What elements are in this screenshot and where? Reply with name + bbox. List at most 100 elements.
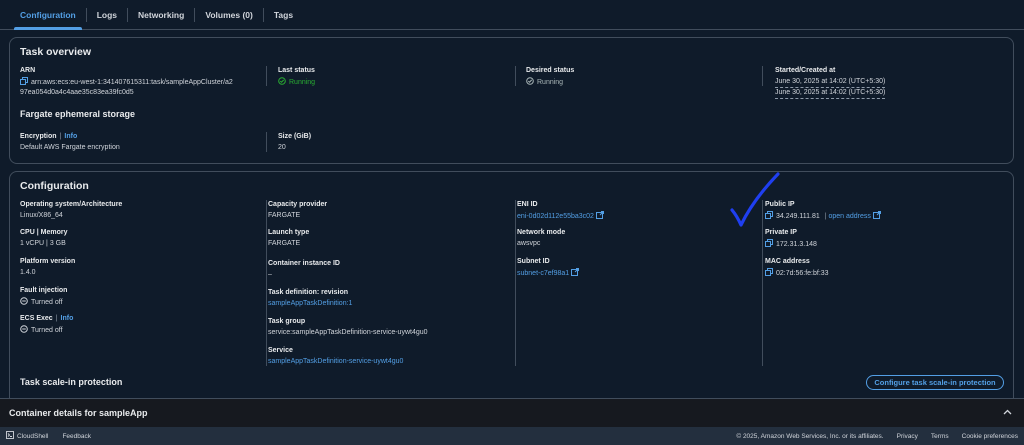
- launch-value: FARGATE: [268, 240, 301, 247]
- scale-in-title: Task scale-in protection: [20, 377, 123, 387]
- turned-off-icon: [20, 325, 28, 336]
- container-instance-label: Container instance ID: [268, 260, 340, 267]
- external-link-icon[interactable]: [872, 211, 881, 222]
- external-link-icon[interactable]: [571, 268, 580, 279]
- ecs-exec-value: Turned off: [20, 325, 73, 336]
- os-label: Operating system/Architecture: [20, 201, 123, 208]
- encryption-info-link[interactable]: Info: [64, 133, 77, 140]
- launch-label: Launch type: [268, 229, 310, 236]
- last-status-text: Running: [289, 79, 316, 86]
- encryption-label-row: Encryption | Info: [20, 132, 120, 141]
- arn-field: ARN arn:aws:ecs:eu-west-1:341407615311:t…: [20, 66, 260, 97]
- size-label: Size (GiB): [278, 133, 312, 140]
- column-divider: [515, 66, 516, 86]
- private-ip-field: Private IP 172.31.3.148: [765, 228, 817, 250]
- subnet-label: Subnet ID: [517, 258, 550, 265]
- configuration-panel: Configuration Operating system/Architect…: [9, 171, 1014, 411]
- platform-field: Platform version 1.4.0: [20, 257, 75, 277]
- tab-logs[interactable]: Logs: [87, 0, 127, 30]
- privacy-link[interactable]: Privacy: [897, 433, 918, 440]
- arn-line2: 97ea054d0a4c4aae35c83ea39fc0d5: [20, 89, 134, 96]
- desired-status-label: Desired status: [526, 67, 575, 74]
- tab-networking[interactable]: Networking: [128, 0, 194, 30]
- task-group-value: service:sampleAppTaskDefinition-service-…: [268, 329, 428, 336]
- os-field: Operating system/Architecture Linux/X86_…: [20, 200, 122, 220]
- task-overview-panel: Task overview ARN arn:aws:ecs:eu-west-1:…: [9, 37, 1014, 164]
- encryption-field: Encryption | Info Default AWS Fargate encr…: [20, 132, 120, 152]
- console-footer: CloudShell Feedback © 2025, Amazon Web S…: [0, 427, 1024, 445]
- ecs-exec-info-link[interactable]: Info: [61, 315, 74, 322]
- mac-field: MAC address 02:7d:56:fe:bf:33: [765, 257, 829, 279]
- launch-field: Launch type FARGATE: [268, 228, 309, 248]
- ecs-exec-label-row: ECS Exec | Info: [20, 314, 73, 323]
- cpu-field: CPU | Memory 1 vCPU | 3 GB: [20, 228, 67, 248]
- cloudshell-button[interactable]: CloudShell: [6, 431, 48, 441]
- started-value[interactable]: June 30, 2025 at 14:02 (UTC+5:30): [775, 77, 886, 88]
- turned-off-icon: [20, 297, 28, 308]
- copy-icon[interactable]: [765, 239, 773, 250]
- container-details-bar[interactable]: Container details for sampleApp: [0, 398, 1024, 427]
- column-divider: [266, 200, 267, 366]
- arn-value: arn:aws:ecs:eu-west-1:341407615311:task/…: [20, 77, 260, 97]
- external-link-icon[interactable]: [595, 211, 604, 222]
- tab-tags[interactable]: Tags: [264, 0, 303, 30]
- service-label: Service: [268, 347, 293, 354]
- open-address-link[interactable]: open address: [828, 213, 870, 220]
- network-mode-label: Network mode: [517, 229, 566, 236]
- task-group-label: Task group: [268, 318, 306, 325]
- size-value: 20: [278, 144, 286, 151]
- tab-volumes[interactable]: Volumes (0): [195, 0, 263, 30]
- encryption-label: Encryption: [20, 133, 57, 140]
- info-separator: |: [59, 133, 62, 140]
- desired-status-value: Running: [526, 77, 574, 88]
- configure-scale-in-button[interactable]: Configure task scale-in protection: [866, 375, 1004, 390]
- os-value: Linux/X86_64: [20, 212, 63, 219]
- terms-link[interactable]: Terms: [931, 433, 949, 440]
- mac-value-row: 02:7d:56:fe:bf:33: [765, 268, 829, 279]
- configuration-title: Configuration: [20, 180, 89, 192]
- eni-link[interactable]: eni-0d02d112e55ba3c02: [517, 213, 594, 220]
- ecs-exec-text: Turned off: [31, 327, 63, 334]
- column-divider: [515, 200, 516, 366]
- started-field: Started/Created at June 30, 2025 at 14:0…: [775, 66, 886, 99]
- capacity-value: FARGATE: [268, 212, 301, 219]
- feedback-link[interactable]: Feedback: [62, 433, 91, 440]
- desired-status-field: Desired status Running: [526, 66, 574, 88]
- platform-label: Platform version: [20, 258, 76, 265]
- tab-bar: Configuration Logs Networking Volumes (0…: [0, 0, 1024, 30]
- column-divider: [762, 66, 763, 86]
- created-value[interactable]: June 30, 2025 at 14:02 (UTC+5:30): [775, 88, 886, 99]
- task-group-field: Task group service:sampleAppTaskDefiniti…: [268, 317, 428, 337]
- desired-status-text: Running: [537, 79, 564, 86]
- subnet-value-row: subnet-c7ef98a1: [517, 268, 582, 279]
- eni-field: ENI ID eni-0d02d112e55ba3c02: [517, 200, 607, 222]
- copy-icon[interactable]: [765, 268, 773, 279]
- ecs-exec-field: ECS Exec | Info Turned off: [20, 314, 73, 336]
- service-link[interactable]: sampleAppTaskDefinition-service-uywt4gu0: [268, 357, 403, 366]
- tab-configuration[interactable]: Configuration: [10, 0, 86, 30]
- subnet-link[interactable]: subnet-c7ef98a1: [517, 270, 569, 277]
- subnet-field: Subnet ID subnet-c7ef98a1: [517, 257, 582, 279]
- eni-label: ENI ID: [517, 201, 538, 208]
- footer-links: © 2025, Amazon Web Services, Inc. or its…: [736, 433, 1018, 440]
- arn-line1: arn:aws:ecs:eu-west-1:341407615311:task/…: [31, 79, 233, 86]
- info-separator: |: [55, 315, 58, 322]
- feedback-label: Feedback: [62, 432, 91, 440]
- task-def-link[interactable]: sampleAppTaskDefinition:1: [268, 299, 352, 308]
- started-values: June 30, 2025 at 14:02 (UTC+5:30) June 3…: [775, 77, 886, 99]
- storage-title: Fargate ephemeral storage: [20, 109, 136, 119]
- chevron-up-icon[interactable]: [1003, 409, 1012, 417]
- column-divider: [266, 132, 267, 152]
- cloudshell-icon: [6, 431, 14, 441]
- fault-value: Turned off: [20, 297, 67, 308]
- mac-label: MAC address: [765, 258, 810, 265]
- cookie-preferences-link[interactable]: Cookie preferences: [962, 433, 1018, 440]
- copyright-text: © 2025, Amazon Web Services, Inc. or its…: [736, 432, 884, 440]
- column-divider: [266, 66, 267, 86]
- fault-field: Fault injection Turned off: [20, 286, 67, 308]
- eni-value-row: eni-0d02d112e55ba3c02: [517, 211, 607, 222]
- capacity-field: Capacity provider FARGATE: [268, 200, 327, 220]
- copy-icon[interactable]: [20, 77, 28, 88]
- service-field: Service sampleAppTaskDefinition-service-…: [268, 346, 403, 366]
- capacity-label: Capacity provider: [268, 201, 328, 208]
